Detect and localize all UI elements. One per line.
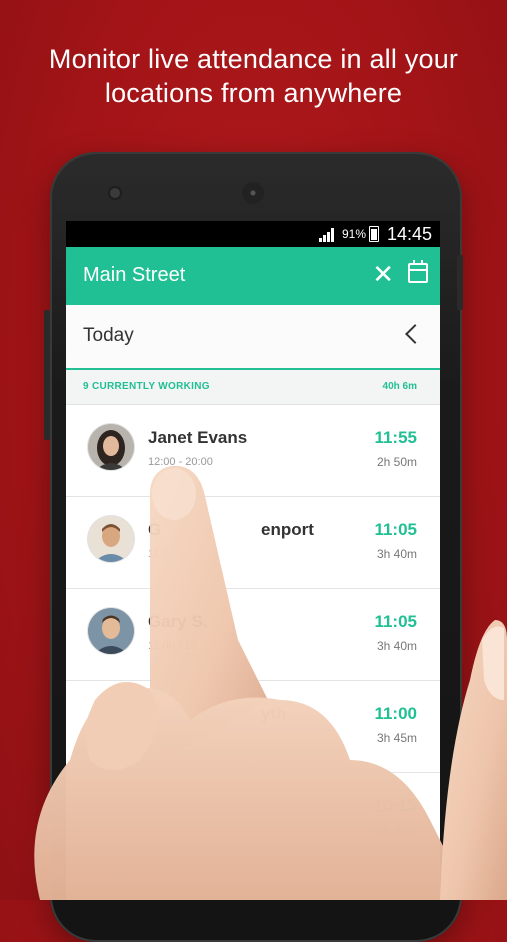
earpiece-speaker [242,182,264,204]
employee-row[interactable]: Janet Evans 12:00 - 20:00 11:55 2h 50m [66,405,440,497]
avatar [88,516,134,562]
employee-name-tail: yth [261,704,287,723]
clock-in-time: 11:55 [374,428,417,447]
avatar [88,608,134,654]
phone-screen: 91% 14:45 Main Street ✕ Today 9 CURRENTL… [66,221,440,900]
date-selector: Today [66,305,440,370]
worked-duration: 3h 40m [376,547,417,561]
employee-shift: 11:00 - 19: [148,640,200,652]
clock-in-time: 10:15 [373,796,417,815]
employee-row[interactable]: G enport 11:0 11:05 3h 40m [66,497,440,589]
worked-duration: 3h 40m [376,639,417,653]
worked-duration: 3h 45m [376,731,417,745]
total-hours: 40h 6m [382,381,417,392]
battery-icon [369,226,379,242]
marketing-headline: Monitor live attendance in all your loca… [0,42,507,110]
status-bar: 91% 14:45 [66,221,440,247]
employee-row[interactable]: yth 11:00 3h 45m [66,681,440,773]
headline-line-2: locations from anywhere [104,78,403,108]
currently-working-count: 9 CURRENTLY WORKING [83,381,210,392]
worked-duration: 3h 30m [376,823,417,837]
employee-name: Gary S. [148,612,208,631]
phone-side-button [44,310,50,440]
clock-in-time: 11:05 [374,520,417,539]
phone-side-button [457,255,463,310]
employee-shift: 11:0 [148,548,169,560]
working-summary: 9 CURRENTLY WORKING 40h 6m [66,370,440,405]
employee-name: Janet Evans [148,428,248,447]
calendar-icon[interactable] [408,260,428,283]
location-title[interactable]: Main Street [83,264,185,287]
battery-percent: 91% [341,227,366,241]
avatar [88,700,134,746]
avatar [88,424,134,470]
headline-line-1: Monitor live attendance in all your [48,44,459,74]
worked-duration: 2h 50m [376,455,417,469]
employee-name-tail: enport [261,520,314,539]
date-label: Today [83,325,134,346]
chevron-left-icon[interactable] [405,324,425,344]
app-bar: Main Street ✕ [66,247,440,305]
employee-name: G [148,520,162,539]
clock-in-time: 11:05 [374,612,417,631]
front-camera [110,188,120,198]
signal-icon [319,227,337,242]
employee-shift: 12:00 - 20:00 [148,456,213,468]
employee-row[interactable]: Gary S. 11:00 - 19: 11:05 3h 40m [66,589,440,681]
close-icon[interactable]: ✕ [372,261,394,287]
clock-in-time: 11:00 [374,704,417,723]
status-time: 14:45 [386,224,432,244]
employee-row[interactable]: 10:15 3h 30m [66,773,440,865]
employee-list: Janet Evans 12:00 - 20:00 11:55 2h 50m G… [66,405,440,865]
